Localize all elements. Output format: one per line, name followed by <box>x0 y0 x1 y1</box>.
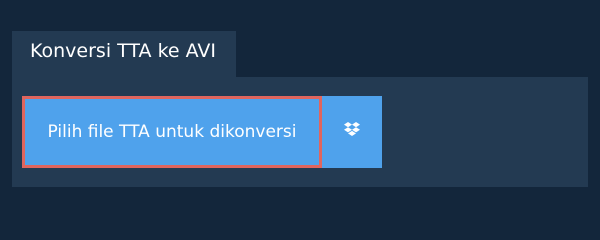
tab-title: Konversi TTA ke AVI <box>30 40 217 62</box>
choose-file-button[interactable]: Pilih file TTA untuk dikonversi <box>22 96 322 168</box>
converter-tab: Konversi TTA ke AVI <box>12 31 236 77</box>
dropbox-button[interactable] <box>322 96 382 168</box>
choose-file-label: Pilih file TTA untuk dikonversi <box>47 122 297 142</box>
dropbox-icon <box>344 122 360 136</box>
